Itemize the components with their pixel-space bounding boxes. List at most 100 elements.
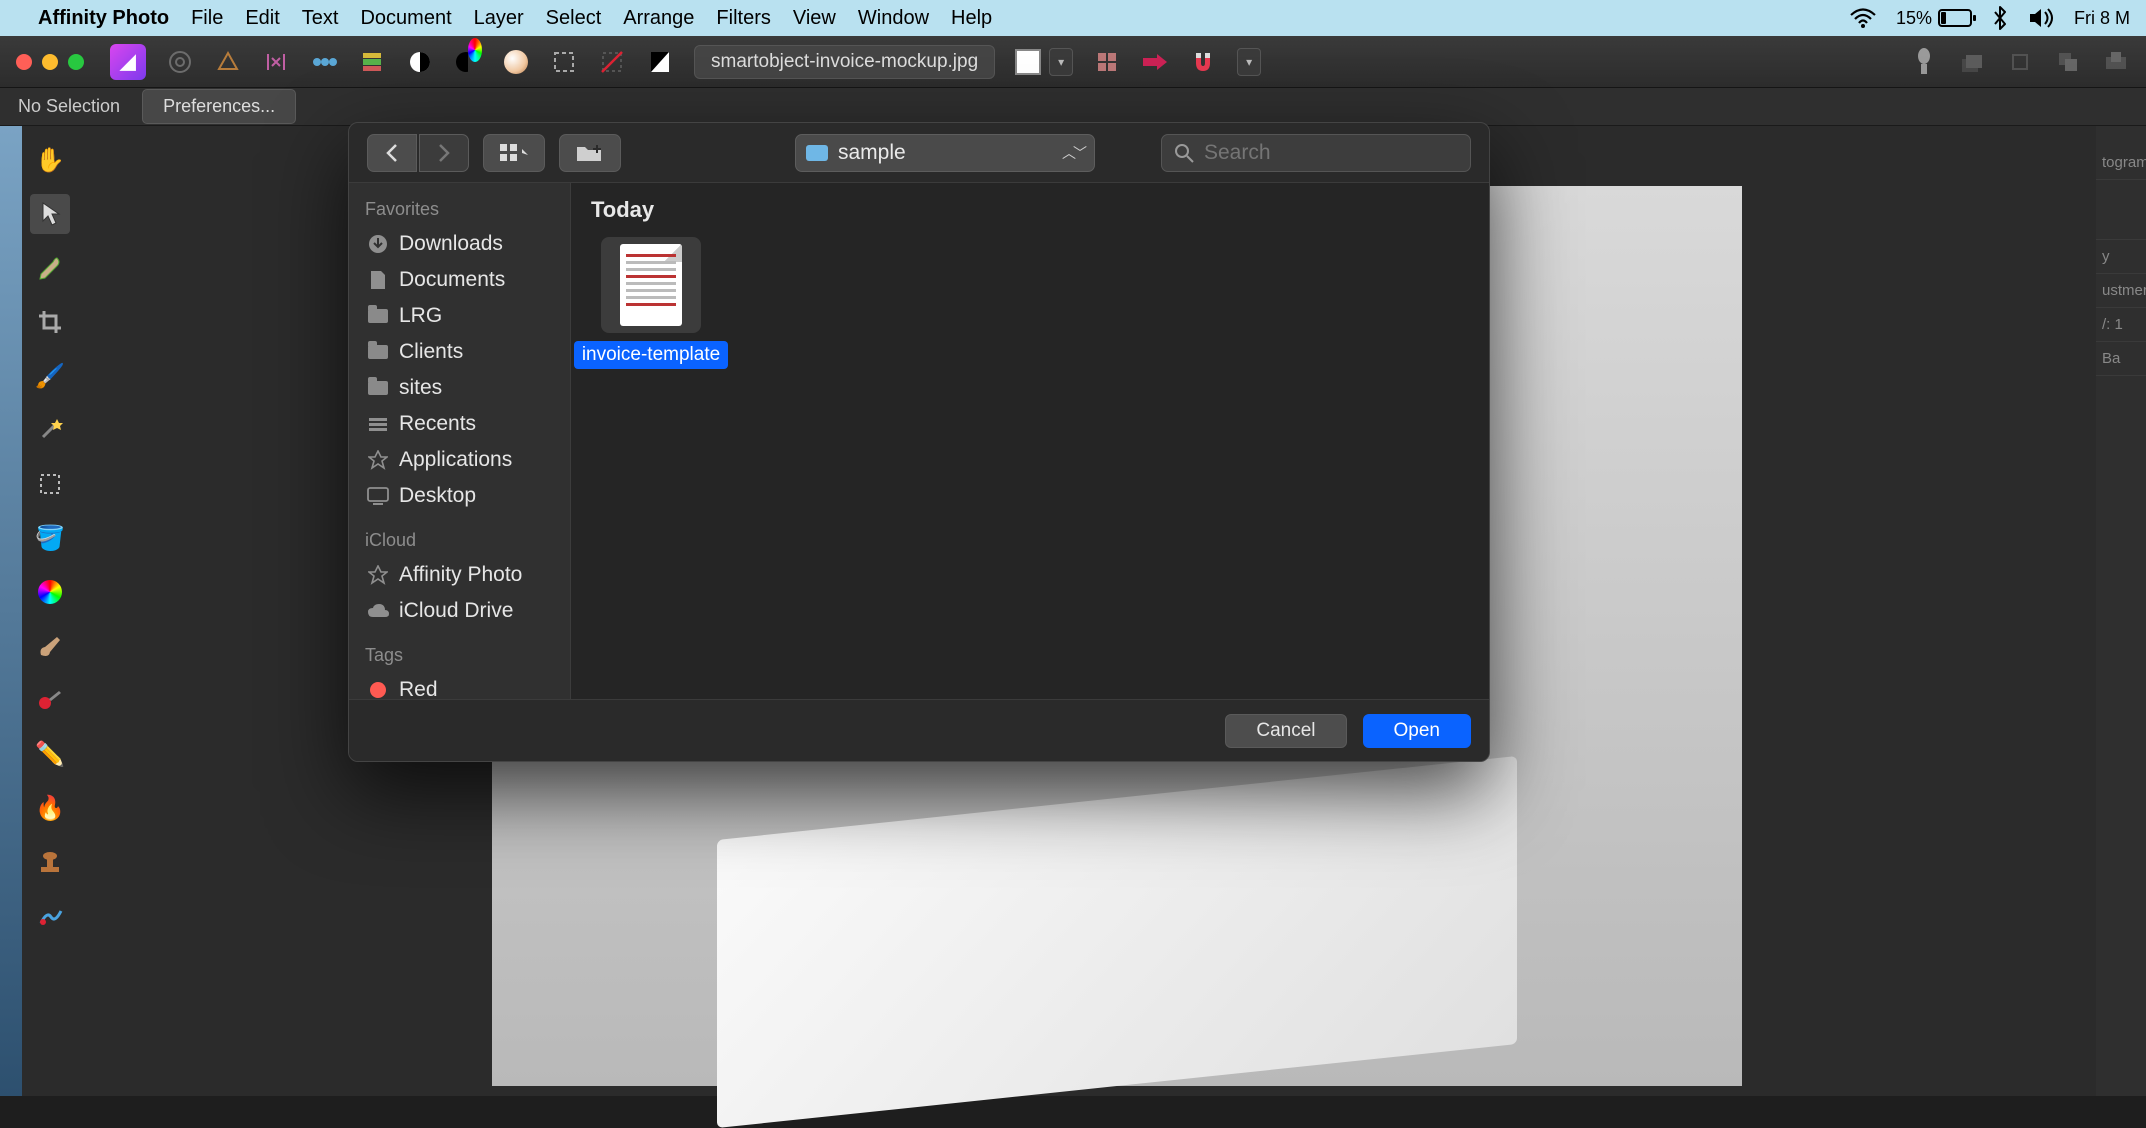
location-popup[interactable]: sample ︿﹀	[795, 134, 1095, 172]
app-name[interactable]: Affinity Photo	[38, 7, 169, 30]
assistant-icon[interactable]	[1910, 48, 1938, 76]
bluetooth-icon[interactable]	[1992, 6, 2008, 30]
sidebar-item-sites[interactable]: sites	[361, 370, 570, 406]
cloud-icon	[367, 600, 389, 622]
snap-dropdown[interactable]: ▾	[1237, 48, 1261, 76]
sidebar-item-affinity-photo[interactable]: Affinity Photo	[361, 557, 570, 593]
sidebar-tag-red[interactable]: Red	[361, 672, 570, 699]
panel-adjustments[interactable]: ustmer	[2096, 274, 2146, 308]
persona-tone-icon[interactable]	[310, 48, 338, 76]
brush2-tool-icon[interactable]	[30, 626, 70, 666]
folder-icon	[367, 341, 389, 363]
sidebar-item-lrg[interactable]: LRG	[361, 298, 570, 334]
layers-stack-icon[interactable]	[1958, 48, 1986, 76]
paintbrush-tool-icon[interactable]: 🖌️	[30, 356, 70, 396]
panel-unknown-y[interactable]: y	[2096, 240, 2146, 274]
document-title[interactable]: smartobject-invoice-mockup.jpg	[694, 45, 995, 79]
persona-export-icon[interactable]	[358, 48, 386, 76]
panel-background[interactable]: Ba	[2096, 342, 2146, 376]
desktop-icon	[367, 485, 389, 507]
move-tool-icon[interactable]	[30, 194, 70, 234]
view-mode-button[interactable]	[483, 134, 545, 172]
file-thumbnail	[601, 237, 701, 333]
mixer-brush-tool-icon[interactable]	[30, 680, 70, 720]
desktop-wallpaper-edge	[0, 126, 22, 1096]
menu-layer[interactable]: Layer	[474, 7, 524, 30]
menu-document[interactable]: Document	[360, 7, 451, 30]
volume-icon[interactable]	[2028, 7, 2054, 29]
sidebar-item-icloud-drive[interactable]: iCloud Drive	[361, 593, 570, 629]
stamp-tool-icon[interactable]	[30, 842, 70, 882]
order-front-icon[interactable]	[2054, 48, 2082, 76]
bw-adjust-icon[interactable]	[406, 48, 434, 76]
panel-opacity[interactable]: /: 1	[2096, 308, 2146, 342]
cancel-button[interactable]: Cancel	[1225, 714, 1346, 748]
search-field[interactable]	[1161, 134, 1471, 172]
magnet-icon[interactable]	[1189, 48, 1217, 76]
menu-edit[interactable]: Edit	[245, 7, 279, 30]
persona-liquify-icon[interactable]	[214, 48, 242, 76]
nav-back-button[interactable]	[367, 134, 417, 172]
selection-dashed-icon[interactable]	[550, 48, 578, 76]
folder-icon	[367, 305, 389, 327]
magic-wand-tool-icon[interactable]	[30, 410, 70, 450]
panel-histogram[interactable]: togram	[2096, 146, 2146, 180]
hand-tool-icon[interactable]: ✋	[30, 140, 70, 180]
folder-icon	[367, 377, 389, 399]
order-top-icon[interactable]	[2102, 48, 2130, 76]
liquify-tool-icon[interactable]	[30, 896, 70, 936]
color-replace-tool-icon[interactable]	[30, 572, 70, 612]
window-close[interactable]	[16, 54, 32, 70]
window-zoom[interactable]	[68, 54, 84, 70]
right-panels: togram y ustmer /: 1 Ba	[2096, 126, 2146, 1096]
crop-tool-icon[interactable]	[30, 302, 70, 342]
window-minimize[interactable]	[42, 54, 58, 70]
tools-panel: ✋ 🖌️ 🪣 ✏️ 🔥	[22, 126, 78, 1096]
dialog-sidebar: Favorites Downloads Documents LRG Client…	[349, 183, 571, 699]
grid-icon[interactable]	[1093, 48, 1121, 76]
color-swatch[interactable]	[1015, 49, 1041, 75]
sidebar-item-clients[interactable]: Clients	[361, 334, 570, 370]
order-back-icon[interactable]	[2006, 48, 2034, 76]
pencil-tool-icon[interactable]: ✏️	[30, 734, 70, 774]
no-selection-icon[interactable]	[598, 48, 626, 76]
arrow-right-icon[interactable]	[1141, 48, 1169, 76]
sidebar-item-applications[interactable]: Applications	[361, 442, 570, 478]
invert-icon[interactable]	[646, 48, 674, 76]
menu-text[interactable]: Text	[302, 7, 339, 30]
recents-icon	[367, 413, 389, 435]
file-browser[interactable]: Today invoice-template	[571, 183, 1489, 699]
nav-forward-button[interactable]	[419, 134, 469, 172]
menu-file[interactable]: File	[191, 7, 223, 30]
persona-develop-icon[interactable]	[262, 48, 290, 76]
menu-help[interactable]: Help	[951, 7, 992, 30]
new-folder-button[interactable]	[559, 134, 621, 172]
color-wheel-icon[interactable]	[454, 48, 482, 76]
search-icon	[1174, 143, 1194, 163]
wifi-icon[interactable]	[1850, 8, 1876, 28]
marquee-tool-icon[interactable]	[30, 464, 70, 504]
burn-tool-icon[interactable]: 🔥	[30, 788, 70, 828]
swatch-dropdown[interactable]: ▾	[1049, 48, 1073, 76]
menu-window[interactable]: Window	[858, 7, 929, 30]
fill-tool-icon[interactable]: 🪣	[30, 518, 70, 558]
sidebar-item-downloads[interactable]: Downloads	[361, 226, 570, 262]
persona-photo-icon[interactable]	[166, 48, 194, 76]
preferences-button[interactable]: Preferences...	[142, 89, 296, 124]
eyedropper-tool-icon[interactable]	[30, 248, 70, 288]
sidebar-item-desktop[interactable]: Desktop	[361, 478, 570, 514]
file-item[interactable]: invoice-template	[591, 237, 711, 369]
menu-view[interactable]: View	[793, 7, 836, 30]
selection-status: No Selection	[18, 96, 120, 117]
battery-status[interactable]: 15%	[1896, 8, 1972, 29]
sidebar-item-recents[interactable]: Recents	[361, 406, 570, 442]
menu-filters[interactable]: Filters	[716, 7, 770, 30]
downloads-icon	[367, 233, 389, 255]
sidebar-item-documents[interactable]: Documents	[361, 262, 570, 298]
menu-arrange[interactable]: Arrange	[623, 7, 694, 30]
menubar-clock[interactable]: Fri 8 M	[2074, 8, 2130, 29]
open-button[interactable]: Open	[1363, 714, 1471, 748]
soft-proof-icon[interactable]	[502, 48, 530, 76]
menu-select[interactable]: Select	[546, 7, 602, 30]
search-input[interactable]	[1204, 141, 1458, 165]
